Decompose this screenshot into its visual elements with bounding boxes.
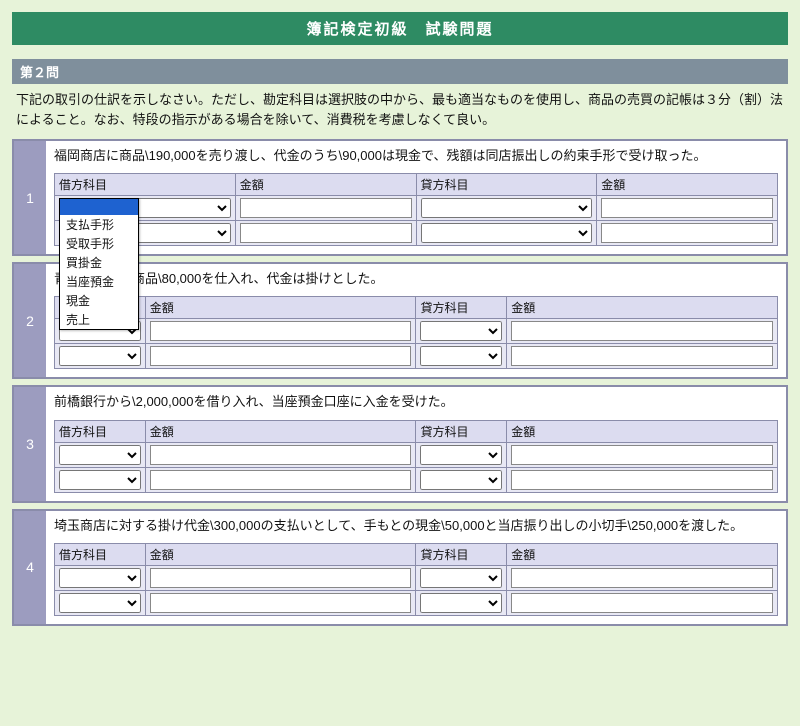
section-label: 第２問 [12, 59, 788, 84]
dropdown-option[interactable]: 売上 [60, 310, 138, 329]
col-debit-account: 借方科目 [55, 174, 236, 196]
question-number: 1 [14, 141, 46, 254]
credit-amount-input[interactable] [601, 198, 773, 218]
credit-account-select[interactable] [420, 346, 502, 366]
table-row [55, 590, 778, 615]
col-credit-account: 貸方科目 [416, 297, 507, 319]
debit-account-select[interactable] [59, 470, 141, 490]
question-text: 青森商店から商品\80,000を仕入れ、代金は掛けとした。 [54, 270, 778, 288]
col-credit-amount: 金額 [507, 297, 778, 319]
credit-account-select[interactable] [420, 568, 502, 588]
dropdown-option[interactable]: 受取手形 [60, 234, 138, 253]
debit-account-select[interactable] [59, 346, 141, 366]
col-credit-account: 貸方科目 [416, 420, 507, 442]
col-debit-account: 借方科目 [55, 543, 146, 565]
debit-amount-input[interactable] [150, 445, 412, 465]
question-block: 4 埼玉商店に対する掛け代金\300,000の支払いとして、手もとの現金\50,… [12, 509, 788, 626]
account-dropdown-open[interactable]: 支払手形受取手形買掛金当座預金現金売上 [59, 198, 139, 330]
col-credit-account: 貸方科目 [416, 174, 597, 196]
debit-account-select[interactable] [59, 445, 141, 465]
credit-amount-input[interactable] [511, 470, 773, 490]
table-row [55, 196, 778, 221]
debit-amount-input[interactable] [150, 321, 412, 341]
dropdown-option[interactable]: 当座預金 [60, 272, 138, 291]
credit-account-select[interactable] [420, 593, 502, 613]
col-credit-amount: 金額 [507, 420, 778, 442]
question-number: 2 [14, 264, 46, 377]
debit-account-select[interactable] [59, 568, 141, 588]
table-row [55, 467, 778, 492]
table-row [55, 565, 778, 590]
question-number: 4 [14, 511, 46, 624]
page-title: 簿記検定初級 試験問題 [12, 12, 788, 45]
credit-amount-input[interactable] [601, 223, 773, 243]
table-row [55, 221, 778, 246]
col-debit-account: 借方科目 [55, 420, 146, 442]
journal-entry-table: 借方科目 金額 貸方科目 金額 [54, 543, 778, 616]
debit-amount-input[interactable] [240, 198, 412, 218]
col-credit-amount: 金額 [507, 543, 778, 565]
journal-entry-table: 借方科目 金額 貸方科目 金額 [54, 173, 778, 246]
debit-account-select[interactable] [59, 593, 141, 613]
question-text: 埼玉商店に対する掛け代金\300,000の支払いとして、手もとの現金\50,00… [54, 517, 778, 535]
table-row [55, 319, 778, 344]
dropdown-option[interactable]: 現金 [60, 291, 138, 310]
debit-amount-input[interactable] [240, 223, 412, 243]
debit-amount-input[interactable] [150, 346, 412, 366]
credit-account-select[interactable] [421, 198, 593, 218]
credit-amount-input[interactable] [511, 593, 773, 613]
col-debit-amount: 金額 [145, 297, 416, 319]
col-debit-amount: 金額 [145, 543, 416, 565]
question-text: 前橋銀行から\2,000,000を借り入れ、当座預金口座に入金を受けた。 [54, 393, 778, 411]
col-credit-account: 貸方科目 [416, 543, 507, 565]
credit-account-select[interactable] [421, 223, 593, 243]
credit-account-select[interactable] [420, 321, 502, 341]
journal-entry-table: 借方科目 金額 貸方科目 金額 [54, 296, 778, 369]
question-text: 福岡商店に商品\190,000を売り渡し、代金のうち\90,000は現金で、残額… [54, 147, 778, 165]
credit-amount-input[interactable] [511, 321, 773, 341]
debit-amount-input[interactable] [150, 593, 412, 613]
dropdown-option[interactable] [60, 199, 138, 215]
debit-amount-input[interactable] [150, 470, 412, 490]
col-debit-amount: 金額 [145, 420, 416, 442]
question-block: 3 前橋銀行から\2,000,000を借り入れ、当座預金口座に入金を受けた。 借… [12, 385, 788, 502]
credit-amount-input[interactable] [511, 445, 773, 465]
credit-amount-input[interactable] [511, 346, 773, 366]
col-debit-amount: 金額 [235, 174, 416, 196]
table-row [55, 442, 778, 467]
debit-amount-input[interactable] [150, 568, 412, 588]
journal-entry-table: 借方科目 金額 貸方科目 金額 [54, 420, 778, 493]
question-number: 3 [14, 387, 46, 500]
col-credit-amount: 金額 [597, 174, 778, 196]
instructions-text: 下記の取引の仕訳を示しなさい。ただし、勘定科目は選択肢の中から、最も適当なものを… [12, 84, 788, 139]
credit-account-select[interactable] [420, 445, 502, 465]
table-row [55, 344, 778, 369]
credit-account-select[interactable] [420, 470, 502, 490]
dropdown-option[interactable]: 買掛金 [60, 253, 138, 272]
dropdown-option[interactable]: 支払手形 [60, 215, 138, 234]
credit-amount-input[interactable] [511, 568, 773, 588]
